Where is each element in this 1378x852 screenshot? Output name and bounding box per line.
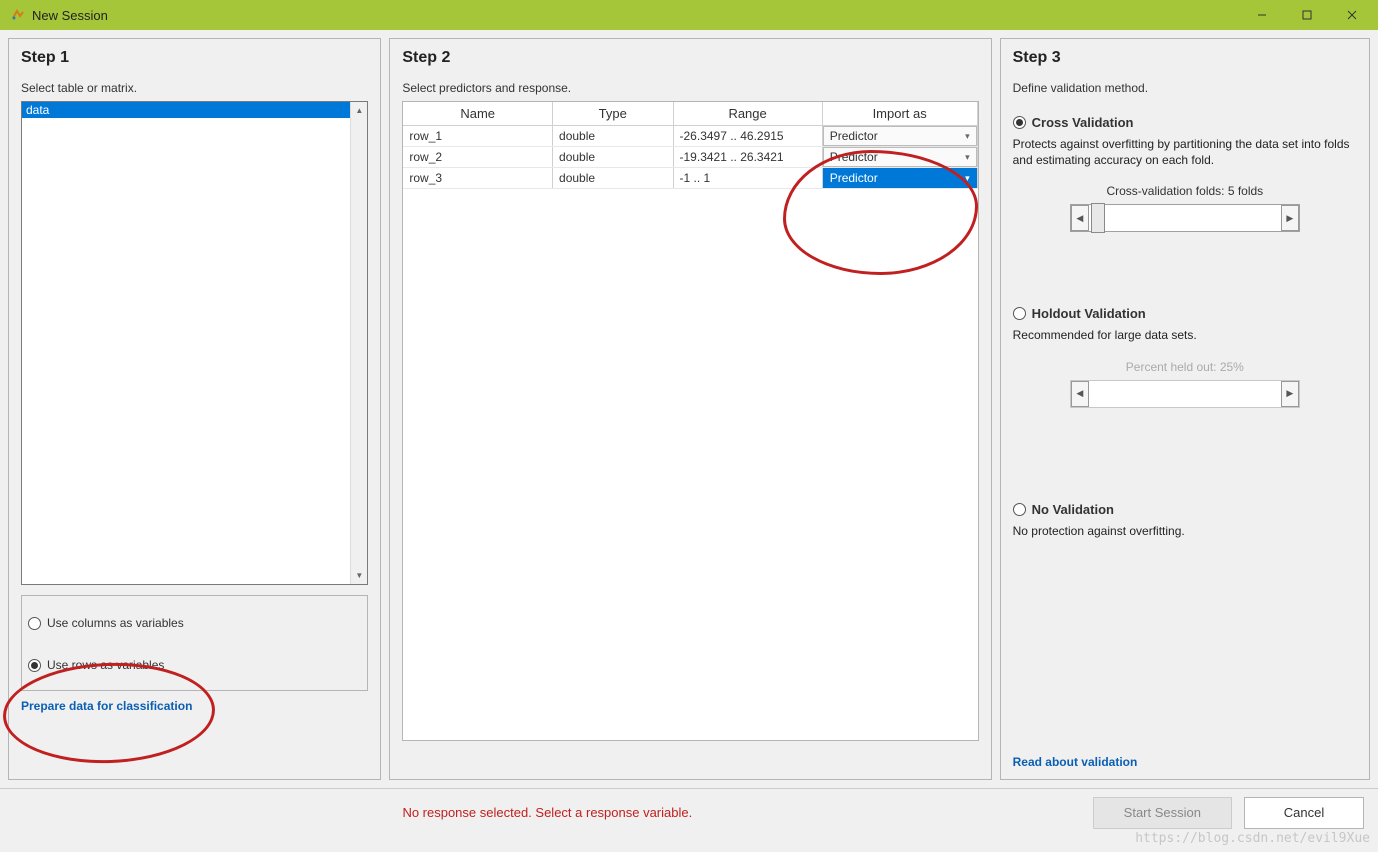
cell-type: double: [553, 126, 673, 147]
cell-type: double: [553, 147, 673, 168]
cell-name: row_2: [403, 147, 552, 168]
start-session-button: Start Session: [1093, 797, 1232, 829]
cell-name: row_1: [403, 126, 552, 147]
step3-panel: Step 3 Define validation method. Cross V…: [1000, 38, 1370, 780]
step3-label: Define validation method.: [1013, 81, 1357, 95]
chevron-right-icon: ▶: [1281, 381, 1299, 407]
cell-name: row_3: [403, 168, 552, 189]
window-controls: [1239, 0, 1374, 30]
step2-label: Select predictors and response.: [402, 81, 978, 95]
chevron-down-icon: ▾: [965, 131, 970, 142]
chevron-up-icon[interactable]: ▲: [351, 102, 367, 119]
variables-table: Name Type Range Import as row_1 double -…: [403, 102, 977, 189]
table-row: row_3 double -1 .. 1 Predictor ▾: [403, 168, 977, 189]
no-validation-radio[interactable]: No Validation: [1013, 502, 1357, 517]
radio-icon: [28, 617, 41, 630]
content-area: Step 1 Select table or matrix. data ▲ ▼ …: [0, 30, 1378, 788]
chevron-right-icon[interactable]: ▶: [1281, 205, 1299, 231]
cross-validation-desc: Protects against overfitting by partitio…: [1013, 136, 1357, 168]
workspace-listbox[interactable]: data ▲ ▼: [21, 101, 368, 585]
import-as-select[interactable]: Predictor ▾: [823, 126, 977, 146]
cell-type: double: [553, 168, 673, 189]
chevron-down-icon: ▾: [965, 173, 970, 184]
radio-label: Use columns as variables: [47, 616, 184, 630]
step1-title: Step 1: [21, 49, 368, 67]
cancel-button[interactable]: Cancel: [1244, 797, 1364, 829]
col-type[interactable]: Type: [553, 102, 673, 126]
window-title: New Session: [32, 8, 1239, 23]
list-item[interactable]: data: [22, 102, 367, 118]
holdout-desc: Recommended for large data sets.: [1013, 327, 1357, 343]
chevron-left-icon[interactable]: ◀: [1071, 205, 1089, 231]
radio-icon: [1013, 307, 1026, 320]
step1-label: Select table or matrix.: [21, 81, 368, 95]
table-header-row: Name Type Range Import as: [403, 102, 977, 126]
orientation-group: Use columns as variables Use rows as var…: [21, 595, 368, 691]
option-label: Holdout Validation: [1032, 306, 1146, 321]
cell-range: -19.3421 .. 26.3421: [673, 147, 822, 168]
chevron-down-icon[interactable]: ▼: [351, 567, 367, 584]
step1-panel: Step 1 Select table or matrix. data ▲ ▼ …: [8, 38, 381, 780]
radio-icon: [1013, 503, 1026, 516]
option-label: Cross Validation: [1032, 115, 1134, 130]
select-value: Predictor: [830, 171, 878, 185]
holdout-percent-slider: ◀ ▶: [1070, 380, 1300, 408]
cross-validation-option: Cross Validation Protects against overfi…: [1013, 111, 1357, 232]
select-value: Predictor: [830, 129, 878, 143]
radio-label: Use rows as variables: [47, 658, 164, 672]
prepare-data-link[interactable]: Prepare data for classification: [21, 699, 368, 713]
slider-track[interactable]: [1089, 205, 1281, 231]
chevron-left-icon: ◀: [1071, 381, 1089, 407]
close-button[interactable]: [1329, 0, 1374, 30]
slider-thumb[interactable]: [1091, 203, 1105, 233]
holdout-percent-control: Percent held out: 25% ◀ ▶: [1070, 360, 1300, 408]
maximize-button[interactable]: [1284, 0, 1329, 30]
holdout-validation-option: Holdout Validation Recommended for large…: [1013, 302, 1357, 407]
cross-validation-radio[interactable]: Cross Validation: [1013, 115, 1357, 130]
no-validation-desc: No protection against overfitting.: [1013, 523, 1357, 539]
status-message: No response selected. Select a response …: [14, 805, 1081, 820]
use-columns-radio[interactable]: Use columns as variables: [28, 616, 361, 630]
cell-range: -26.3497 .. 46.2915: [673, 126, 822, 147]
radio-icon: [28, 659, 41, 672]
no-validation-option: No Validation No protection against over…: [1013, 498, 1357, 539]
table-row: row_1 double -26.3497 .. 46.2915 Predict…: [403, 126, 977, 147]
use-rows-radio[interactable]: Use rows as variables: [28, 658, 361, 672]
footer: No response selected. Select a response …: [0, 788, 1378, 836]
import-as-select[interactable]: Predictor ▾: [823, 168, 977, 188]
col-range[interactable]: Range: [673, 102, 822, 126]
step3-title: Step 3: [1013, 49, 1357, 67]
cv-folds-label: Cross-validation folds: 5 folds: [1070, 184, 1300, 198]
radio-icon: [1013, 116, 1026, 129]
scrollbar[interactable]: ▲ ▼: [350, 102, 367, 584]
cv-folds-slider[interactable]: ◀ ▶: [1070, 204, 1300, 232]
titlebar: New Session: [0, 0, 1378, 30]
col-import-as[interactable]: Import as: [822, 102, 977, 126]
variables-table-wrap: Name Type Range Import as row_1 double -…: [402, 101, 978, 741]
col-name[interactable]: Name: [403, 102, 552, 126]
select-value: Predictor: [830, 150, 878, 164]
cell-range: -1 .. 1: [673, 168, 822, 189]
import-as-select[interactable]: Predictor ▾: [823, 147, 977, 167]
table-row: row_2 double -19.3421 .. 26.3421 Predict…: [403, 147, 977, 168]
step2-panel: Step 2 Select predictors and response. N…: [389, 38, 991, 780]
chevron-down-icon: ▾: [965, 152, 970, 163]
slider-track: [1089, 381, 1281, 407]
minimize-button[interactable]: [1239, 0, 1284, 30]
cv-folds-control: Cross-validation folds: 5 folds ◀ ▶: [1070, 184, 1300, 232]
step2-title: Step 2: [402, 49, 978, 67]
read-about-validation-link[interactable]: Read about validation: [1013, 755, 1357, 769]
matlab-icon: [10, 7, 26, 23]
option-label: No Validation: [1032, 502, 1114, 517]
holdout-validation-radio[interactable]: Holdout Validation: [1013, 306, 1357, 321]
holdout-percent-label: Percent held out: 25%: [1070, 360, 1300, 374]
